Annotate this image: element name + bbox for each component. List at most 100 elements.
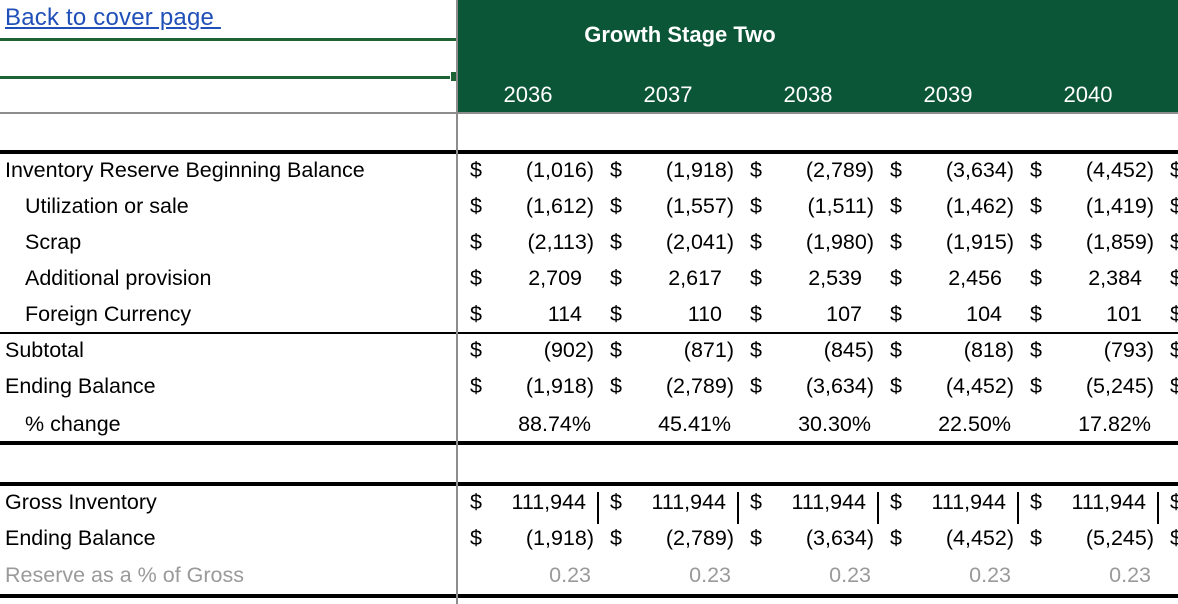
back-to-cover-link[interactable]: Back to cover page <box>5 4 221 32</box>
value-cell[interactable]: $111,944 <box>878 490 1018 526</box>
value-cell[interactable]: $ (1,918) <box>458 526 598 562</box>
cell-value: (2,041) <box>665 230 734 254</box>
value-cell[interactable]: $2,617 <box>598 266 738 302</box>
value-cell[interactable]: $ (5,245) <box>1018 374 1158 410</box>
cell-value: (871) <box>683 338 734 362</box>
value-cell[interactable]: $ (2,041) <box>598 230 738 266</box>
value-cell[interactable]: $ (845) <box>738 338 878 374</box>
value-cell[interactable]: 22.50% <box>878 412 1018 448</box>
cell-value: (1,918) <box>665 158 734 182</box>
value-cell[interactable]: 0.23 <box>738 563 878 599</box>
value-cell[interactable]: $ (2,789) <box>598 374 738 410</box>
value-cell[interactable]: $ (1,918) <box>598 158 738 194</box>
value-cell[interactable]: 0.23 <box>598 563 738 599</box>
value-cell[interactable]: $ <box>1158 230 1178 266</box>
value-cell[interactable]: $111,944 <box>1018 490 1158 526</box>
currency-symbol: $ <box>610 266 622 290</box>
value-cell[interactable]: $ (871) <box>598 338 738 374</box>
value-cell[interactable]: $ (3,634) <box>738 374 878 410</box>
value-cell[interactable]: $ <box>1158 158 1178 194</box>
cell-value: (1,511) <box>807 194 874 218</box>
value-cell[interactable]: $ <box>1158 266 1178 302</box>
value-cell[interactable]: $ (1,859) <box>1018 230 1158 266</box>
value-cell[interactable]: 45.41% <box>598 412 738 448</box>
cell-value: (3,634) <box>945 158 1014 182</box>
value-cell[interactable]: 0.23 <box>878 563 1018 599</box>
value-cell[interactable]: $ (1,980) <box>738 230 878 266</box>
value-cell[interactable]: $101 <box>1018 302 1158 338</box>
cell-value: (1,918) <box>525 374 594 398</box>
value-cell[interactable]: $ (1,511) <box>738 194 878 230</box>
value-cell[interactable]: $ <box>1158 374 1178 410</box>
cell-value: (2,113) <box>527 230 594 254</box>
value-cell[interactable]: 17.82% <box>1018 412 1158 448</box>
value-cell[interactable]: $ (1,462) <box>878 194 1018 230</box>
value-cell[interactable]: $111,944 <box>738 490 878 526</box>
cell-value: (1,859) <box>1085 230 1154 254</box>
value-cell[interactable]: $111,944 <box>458 490 598 526</box>
value-cell[interactable]: $ (4,452) <box>1018 158 1158 194</box>
value-cell[interactable]: 0.23 <box>1018 563 1158 599</box>
value-cell[interactable]: $ (1,419) <box>1018 194 1158 230</box>
currency-symbol: $ <box>1030 338 1042 362</box>
value-cell[interactable]: $ (902) <box>458 338 598 374</box>
currency-symbol: $ <box>1030 526 1042 550</box>
value-cell[interactable]: $ (818) <box>878 338 1018 374</box>
value-cell[interactable]: $ (4,452) <box>878 374 1018 410</box>
value-cell[interactable]: $ (5,245) <box>1018 526 1158 562</box>
currency-symbol: $ <box>610 374 622 398</box>
cell-value: (902) <box>543 338 594 362</box>
value-cell[interactable]: $ (4,452) <box>878 526 1018 562</box>
currency-symbol: $ <box>890 230 902 254</box>
currency-symbol: $ <box>470 302 482 326</box>
row-gridline <box>0 112 1178 114</box>
value-cell[interactable]: $ (2,113) <box>458 230 598 266</box>
currency-symbol: $ <box>1030 230 1042 254</box>
value-cell[interactable]: $ (1,016) <box>458 158 598 194</box>
value-cell[interactable]: 30.30% <box>738 412 878 448</box>
currency-symbol: $ <box>750 230 762 254</box>
value-cell[interactable]: 88.74% <box>458 412 598 448</box>
value-cell[interactable]: $111,944 <box>598 490 738 526</box>
row-label-ending-balance-2: Ending Balance <box>5 526 156 550</box>
value-cell[interactable] <box>1158 412 1178 448</box>
value-cell[interactable]: $ <box>1158 490 1178 526</box>
value-cell[interactable]: $ (3,634) <box>738 526 878 562</box>
value-cell[interactable]: $ (2,789) <box>738 158 878 194</box>
value-cell[interactable]: $110 <box>598 302 738 338</box>
value-cell[interactable]: $ (1,915) <box>878 230 1018 266</box>
cell-value: 0.23 <box>549 563 591 587</box>
cell-value: 104 <box>966 302 1002 326</box>
value-cell[interactable]: $2,456 <box>878 266 1018 302</box>
value-cell[interactable]: $ (2,789) <box>598 526 738 562</box>
value-cell[interactable]: $2,539 <box>738 266 878 302</box>
value-cell[interactable]: $114 <box>458 302 598 338</box>
row-label-gross-inventory: Gross Inventory <box>5 490 157 514</box>
value-cell[interactable]: $ (1,612) <box>458 194 598 230</box>
value-cell[interactable]: $ (1,918) <box>458 374 598 410</box>
year-header: 2037 <box>643 82 693 107</box>
value-cell[interactable]: $ <box>1158 338 1178 374</box>
row-label-reserve-pct: Reserve as a % of Gross <box>5 563 244 587</box>
value-cell[interactable]: $2,709 <box>458 266 598 302</box>
row-ending-balance: $ (1,918) $ (2,789) $ (3,634) $ (4,452) $ (5,245)… <box>458 374 1178 410</box>
value-cell[interactable] <box>1158 563 1178 599</box>
value-cell[interactable]: $ (1,557) <box>598 194 738 230</box>
value-cell[interactable]: $104 <box>878 302 1018 338</box>
value-cell[interactable]: $ (793) <box>1018 338 1158 374</box>
value-cell[interactable]: $ <box>1158 526 1178 562</box>
row-label-foreign-currency: Foreign Currency <box>25 302 192 326</box>
cell-value: (4,452) <box>945 526 1014 550</box>
value-cell[interactable]: $ <box>1158 302 1178 338</box>
value-cell[interactable]: 0.23 <box>458 563 598 599</box>
value-cell[interactable]: $2,384 <box>1018 266 1158 302</box>
cell-value: (1,918) <box>525 526 594 550</box>
currency-symbol: $ <box>610 338 622 362</box>
row-ending-balance-2: $ (1,918) $ (2,789) $ (3,634) $ (4,452) $ (5,245)… <box>458 526 1178 562</box>
green-divider <box>0 38 456 41</box>
value-cell[interactable]: $107 <box>738 302 878 338</box>
currency-symbol: $ <box>750 158 762 182</box>
value-cell[interactable]: $ (3,634) <box>878 158 1018 194</box>
cell-value: 0.23 <box>1109 563 1151 587</box>
value-cell[interactable]: $ <box>1158 194 1178 230</box>
